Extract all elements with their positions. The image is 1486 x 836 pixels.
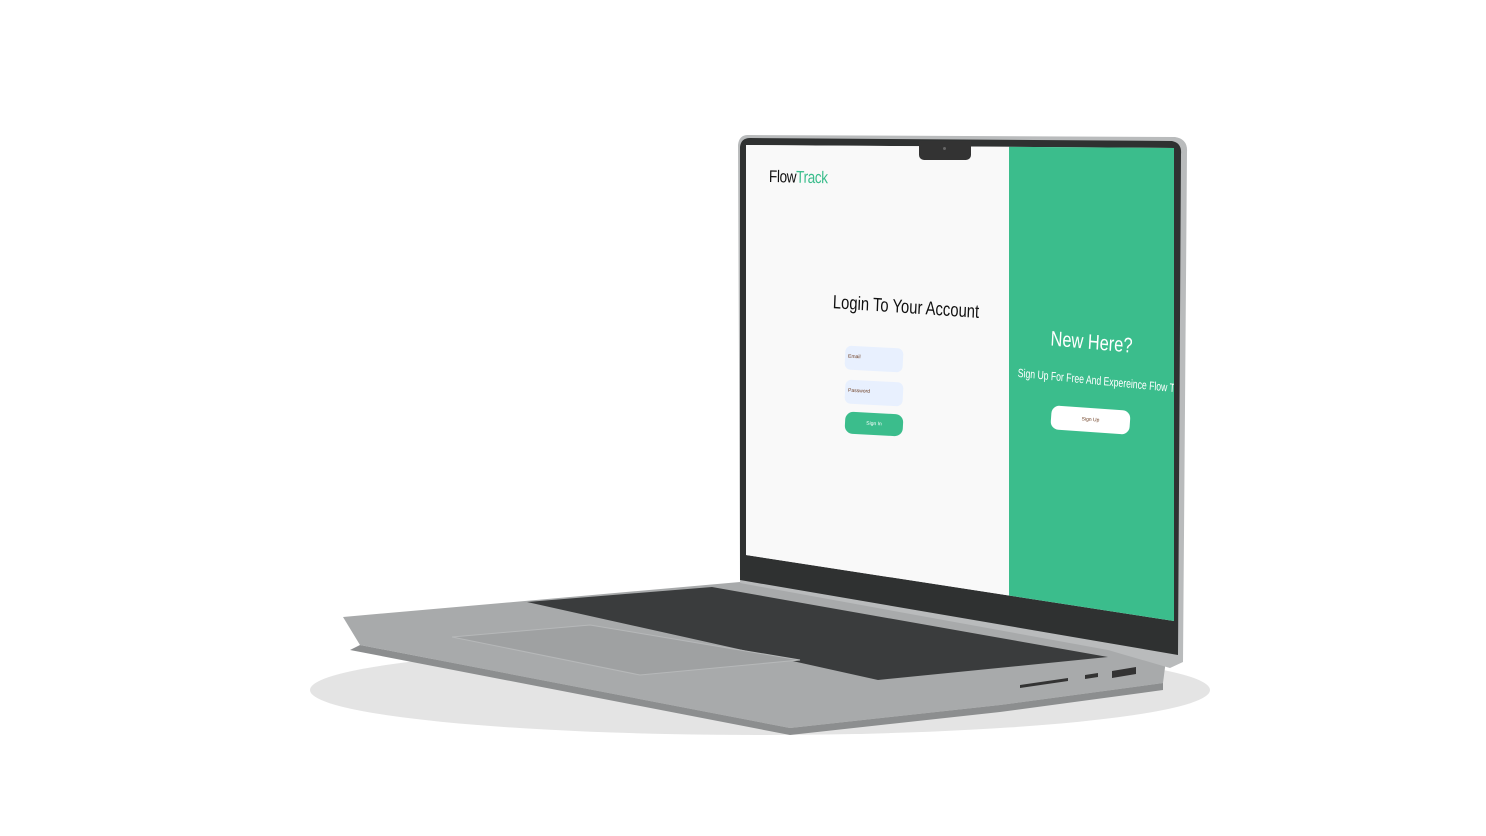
signup-panel: New Here? Sign Up For Free And Expereinc… xyxy=(1009,145,1174,621)
email-input[interactable]: Email xyxy=(844,345,904,373)
camera-icon xyxy=(943,147,946,150)
login-screen: FlowTrack Login To Your Account Email Pa… xyxy=(746,145,1174,621)
login-title: Login To Your Account xyxy=(832,292,980,323)
signup-subtitle: Sign Up For Free And Expereince Flow Tra… xyxy=(1017,365,1174,397)
camera-notch xyxy=(919,141,971,160)
flowtrack-logo[interactable]: FlowTrack xyxy=(769,167,828,188)
login-panel: FlowTrack Login To Your Account Email Pa… xyxy=(746,145,1009,621)
signup-title: New Here? xyxy=(1050,327,1134,358)
sign-in-button[interactable]: Sign In xyxy=(844,411,904,437)
password-input[interactable]: Password xyxy=(844,379,904,407)
sign-up-button[interactable]: Sign Up xyxy=(1050,405,1131,435)
laptop-illustration xyxy=(310,135,1210,735)
